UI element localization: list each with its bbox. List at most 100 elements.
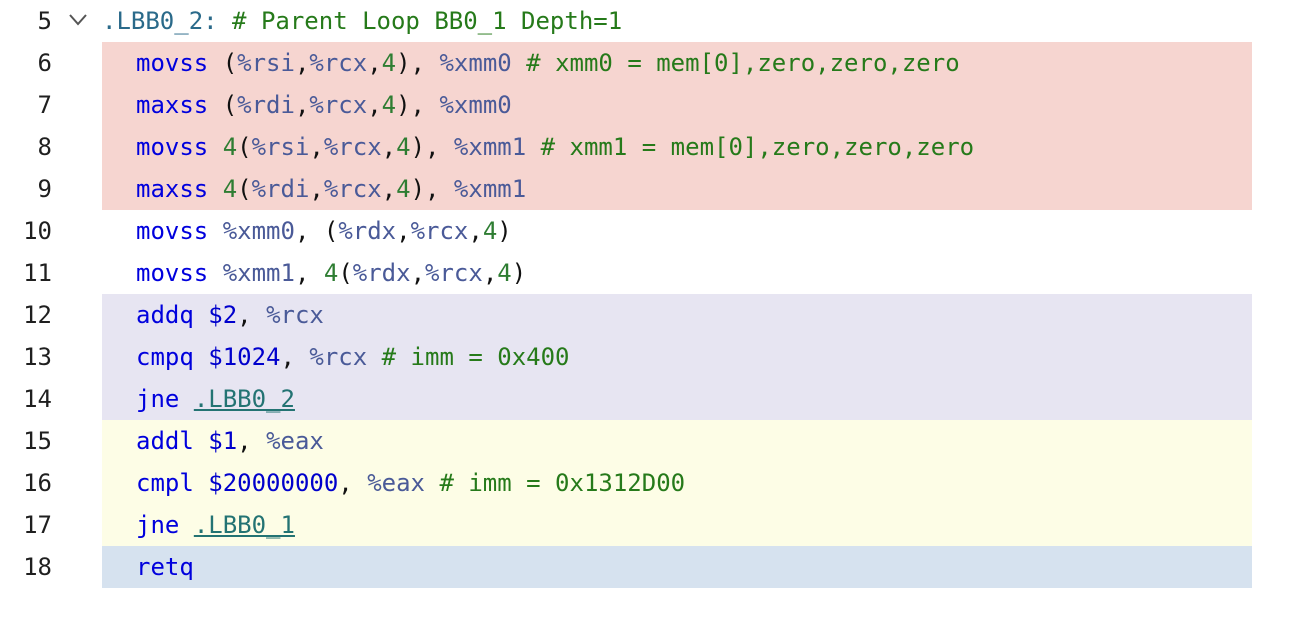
code-text: jne .LBB0_1 <box>136 504 295 546</box>
register: %rcx <box>410 217 469 245</box>
line-number: 9 <box>37 175 52 203</box>
register: %xmm0 <box>439 91 512 119</box>
code-text: .LBB0_2: # Parent Loop BB0_1 Depth=1 <box>102 0 622 42</box>
punctuation: ), <box>410 175 454 203</box>
line-number: 7 <box>37 91 52 119</box>
line-number: 8 <box>37 133 52 161</box>
code-comment: # imm = 0x1312D00 <box>425 469 686 497</box>
punctuation: , <box>381 133 397 161</box>
code-line-12: 12 addq $2, %rcx <box>0 294 1294 336</box>
line-number: 14 <box>23 385 52 413</box>
opcode: movss <box>136 133 209 161</box>
line-number: 12 <box>23 301 52 329</box>
opcode: addq <box>136 301 194 329</box>
punctuation: , <box>237 427 267 455</box>
punctuation <box>179 385 193 413</box>
code-comment: # imm = 0x400 <box>367 343 570 371</box>
code-line-10: 10 movss %xmm0, (%rdx,%rcx,4) <box>0 210 1294 252</box>
code-line-6: 6 movss (%rsi,%rcx,4), %xmm0 # xmm0 = me… <box>0 42 1294 84</box>
opcode: jne <box>136 511 180 539</box>
code-line-5: 5 .LBB0_2: # Parent Loop BB0_1 Depth=1 <box>0 0 1294 42</box>
register: %rsi <box>251 133 310 161</box>
number: 4 <box>208 175 238 203</box>
code-text: movss %xmm1, 4(%rdx,%rcx,4) <box>136 252 526 294</box>
register: %rcx <box>309 49 368 77</box>
register: %rcx <box>425 259 483 287</box>
code-text: movss %xmm0, (%rdx,%rcx,4) <box>136 210 512 252</box>
code-line-16: 16 cmpl $20000000, %eax # imm = 0x1312D0… <box>0 462 1294 504</box>
punctuation: ( <box>338 259 353 287</box>
opcode: movss <box>136 259 209 287</box>
register: %rcx <box>309 91 368 119</box>
line-number: 6 <box>37 49 52 77</box>
punctuation: , <box>294 259 324 287</box>
register: %rsi <box>237 49 295 77</box>
code-text: movss 4(%rsi,%rcx,4), %xmm1 # xmm1 = mem… <box>136 126 974 168</box>
line-number: 11 <box>23 259 52 287</box>
register: %rdx <box>352 259 411 287</box>
line-number: 5 <box>37 7 52 35</box>
line-number: 15 <box>23 427 52 455</box>
code-text: maxss 4(%rdi,%rcx,4), %xmm1 <box>136 168 526 210</box>
code-text: cmpq $1024, %rcx # imm = 0x400 <box>136 336 570 378</box>
immediate: $2 <box>193 301 238 329</box>
code-line-7: 7 maxss (%rdi,%rcx,4), %xmm0 <box>0 84 1294 126</box>
code-text: addl $1, %eax <box>136 420 324 462</box>
number: 4 <box>396 133 411 161</box>
punctuation: , <box>309 133 324 161</box>
punctuation: , <box>367 49 382 77</box>
jump-target-link[interactable]: .LBB0_1 <box>194 511 295 539</box>
punctuation: ), <box>396 49 440 77</box>
punctuation: ) <box>511 259 527 287</box>
opcode: retq <box>136 553 194 581</box>
jump-target-link[interactable]: .LBB0_2 <box>194 385 295 413</box>
register: %xmm1 <box>453 175 527 203</box>
punctuation: , <box>280 343 310 371</box>
register: %rcx <box>309 343 368 371</box>
line-number: 17 <box>23 511 52 539</box>
code-line-15: 15 addl $1, %eax <box>0 420 1294 462</box>
punctuation: , <box>237 301 267 329</box>
punctuation: , <box>367 91 382 119</box>
code-line-17: 17 jne .LBB0_1 <box>0 504 1294 546</box>
punctuation: ), <box>410 133 454 161</box>
number: 4 <box>497 259 512 287</box>
block-label: .LBB0_2: <box>102 7 218 35</box>
line-number: 10 <box>23 217 52 245</box>
code-comment: # xmm0 = mem[0],zero,zero,zero <box>511 49 960 77</box>
register: %eax <box>367 469 425 497</box>
opcode: movss <box>136 217 209 245</box>
punctuation: ( <box>237 175 252 203</box>
immediate: $1024 <box>193 343 281 371</box>
code-text: addq $2, %rcx <box>136 294 324 336</box>
code-line-8: 8 movss 4(%rsi,%rcx,4), %xmm1 # xmm1 = m… <box>0 126 1294 168</box>
punctuation <box>179 511 193 539</box>
punctuation: , <box>410 259 426 287</box>
punctuation: , <box>468 217 483 245</box>
punctuation: , <box>381 175 397 203</box>
punctuation: , <box>482 259 498 287</box>
line-number: 16 <box>23 469 52 497</box>
punctuation: ( <box>208 91 238 119</box>
immediate: $20000000 <box>193 469 339 497</box>
code-text: jne .LBB0_2 <box>136 378 295 420</box>
punctuation: , <box>309 175 324 203</box>
opcode: cmpq <box>136 343 194 371</box>
punctuation: ) <box>497 217 512 245</box>
opcode: addl <box>136 427 194 455</box>
code-comment: # Parent Loop BB0_1 Depth=1 <box>217 7 623 35</box>
code-line-18: 18 retq <box>0 546 1294 588</box>
block-highlight-blue <box>102 546 1252 588</box>
chevron-down-icon[interactable] <box>66 0 90 42</box>
line-number: 13 <box>23 343 52 371</box>
number: 4 <box>381 49 397 77</box>
immediate: $1 <box>193 427 238 455</box>
code-text: cmpl $20000000, %eax # imm = 0x1312D00 <box>136 462 685 504</box>
opcode: cmpl <box>136 469 194 497</box>
register: %rdx <box>338 217 397 245</box>
code-line-14: 14 jne .LBB0_2 <box>0 378 1294 420</box>
register: %rcx <box>266 301 324 329</box>
register: %rcx <box>323 133 382 161</box>
code-line-9: 9 maxss 4(%rdi,%rcx,4), %xmm1 <box>0 168 1294 210</box>
code-line-11: 11 movss %xmm1, 4(%rdx,%rcx,4) <box>0 252 1294 294</box>
